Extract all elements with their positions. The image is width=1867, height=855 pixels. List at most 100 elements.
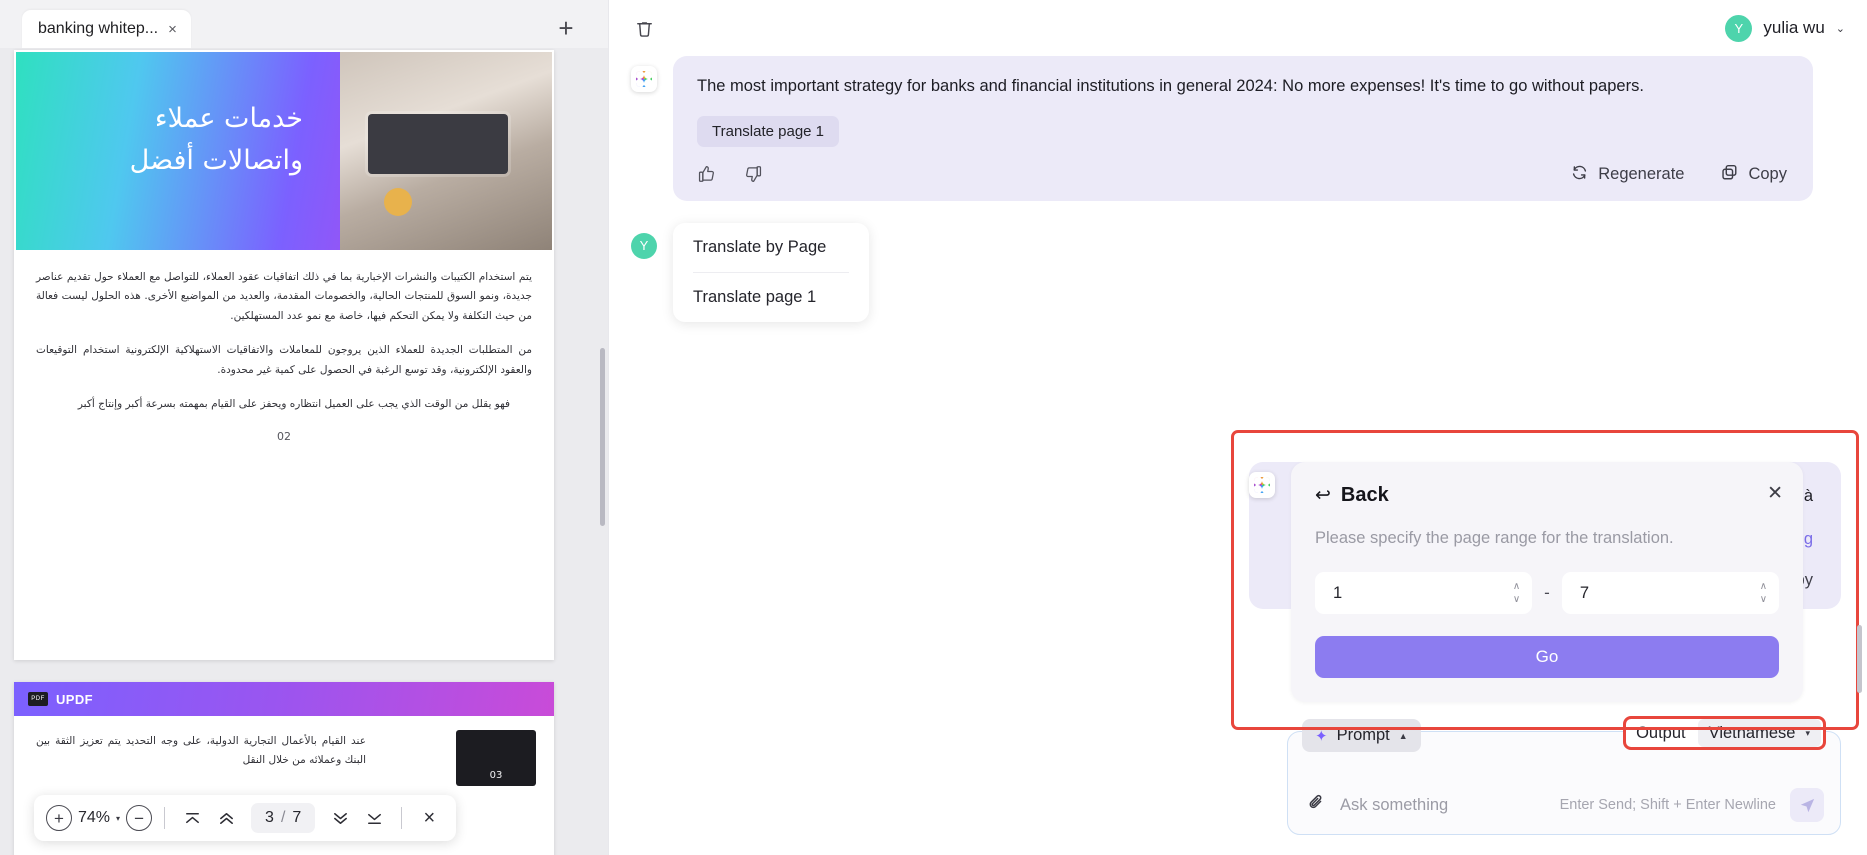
last-page-icon[interactable] bbox=[359, 803, 389, 833]
ai-bubble-1: The most important strategy for banks an… bbox=[673, 56, 1813, 201]
zoom-out-button[interactable]: − bbox=[126, 805, 153, 831]
page-range-row: 1 ∧ ∨ - 7 ∧ ∨ bbox=[1315, 572, 1780, 614]
chevron-down-icon: ▾ bbox=[116, 813, 121, 823]
page-to-stepper[interactable]: 7 ∧ ∨ bbox=[1561, 572, 1780, 614]
user-message-row: Y Translate by Page Translate page 1 bbox=[631, 222, 1845, 322]
back-arrow-icon: ↩ bbox=[1315, 485, 1331, 506]
pdf-page-2: خدمات عملاء واتصالات أفضل يتم استخدام ال… bbox=[14, 50, 554, 660]
page3-text: عند القيام بالأعمال التجارية الدولية، عل… bbox=[36, 735, 366, 767]
zoom-in-button[interactable]: + bbox=[46, 805, 72, 831]
page-range-modal: ↩ Back ✕ Please specify the page range f… bbox=[1291, 462, 1803, 702]
ai-avatar-icon bbox=[631, 66, 657, 92]
new-tab-button[interactable]: + bbox=[552, 13, 580, 43]
output-language-value: Vietnamese bbox=[1708, 723, 1796, 742]
page-hero-banner: خدمات عملاء واتصالات أفضل bbox=[16, 52, 552, 250]
chevron-down-icon: ⌄ bbox=[1835, 22, 1845, 35]
total-pages: 7 bbox=[292, 809, 302, 826]
output-label: Output bbox=[1636, 723, 1686, 742]
chat-header: Y yulia wu ⌄ bbox=[609, 0, 1867, 56]
translate-options-card: Translate by Page Translate page 1 bbox=[673, 222, 869, 322]
pdf-scrollbar[interactable] bbox=[600, 348, 605, 526]
page-indicator[interactable]: 3 / 7 bbox=[251, 803, 316, 833]
composer-area: ✦ Prompt ▲ Output Vietnamese ▾ Ask somet… bbox=[1287, 716, 1841, 835]
modal-header: ↩ Back bbox=[1315, 484, 1779, 507]
app-root: banking whitep... × + خدمات عملاء واتصال… bbox=[0, 0, 1867, 855]
thumbs-up-icon[interactable] bbox=[697, 164, 719, 186]
zoom-level-label: 74% bbox=[78, 809, 111, 826]
modal-description: Please specify the page range for the tr… bbox=[1315, 529, 1674, 547]
current-page: 3 bbox=[265, 809, 274, 826]
brand-name: UPDF bbox=[56, 691, 93, 707]
next-page-icon[interactable] bbox=[325, 803, 355, 833]
hero-heading-line2: واتصالات أفضل bbox=[129, 144, 303, 176]
page-body-text: يتم استخدام الكتيبات والنشرات الإخبارية … bbox=[14, 250, 554, 415]
chevron-down-icon[interactable]: ∨ bbox=[1760, 594, 1767, 605]
close-icon[interactable]: ✕ bbox=[1767, 484, 1783, 503]
output-language-control: Output Vietnamese ▾ bbox=[1623, 716, 1826, 750]
document-scroll-area[interactable]: خدمات عملاء واتصالات أفضل يتم استخدام ال… bbox=[0, 48, 608, 855]
tab-bar: banking whitep... × + bbox=[0, 0, 608, 48]
toolbar-close-button[interactable]: × bbox=[414, 807, 444, 830]
copy-label-1: Copy bbox=[1748, 165, 1787, 184]
user-menu[interactable]: Y yulia wu ⌄ bbox=[1725, 14, 1845, 42]
zoom-level-dropdown[interactable]: 74% ▾ bbox=[76, 809, 122, 827]
page3-thumbnail: 03 bbox=[456, 730, 536, 786]
user-avatar: Y bbox=[631, 232, 657, 259]
toolbar-divider-2 bbox=[401, 807, 403, 829]
chevron-up-icon[interactable]: ∧ bbox=[1513, 581, 1520, 592]
paragraph-3: فهو يقلل من الوقت الذي يجب على العميل ان… bbox=[77, 398, 510, 411]
output-language-dropdown[interactable]: Vietnamese ▾ bbox=[1697, 719, 1821, 747]
paperclip-icon[interactable] bbox=[1306, 792, 1326, 818]
user-name-label: yulia wu bbox=[1763, 18, 1825, 37]
regenerate-button-1[interactable]: Regenerate bbox=[1570, 163, 1684, 187]
page-from-value: 1 bbox=[1333, 583, 1343, 602]
prev-page-icon[interactable] bbox=[211, 803, 241, 833]
page-to-arrows[interactable]: ∧ ∨ bbox=[1760, 581, 1767, 605]
ai-message-1: The most important strategy for banks an… bbox=[631, 56, 1845, 201]
close-icon[interactable]: × bbox=[168, 22, 177, 37]
ai-message-1-actions: Regenerate Copy bbox=[697, 163, 1787, 187]
chevron-down-icon: ▾ bbox=[1805, 727, 1810, 738]
chevron-up-icon: ▲ bbox=[1398, 730, 1408, 741]
composer-hint: Enter Send; Shift + Enter Newline bbox=[1559, 797, 1776, 813]
chevron-down-icon[interactable]: ∨ bbox=[1513, 594, 1520, 605]
avatar: Y bbox=[1725, 14, 1753, 42]
page3-body: 03 عند القيام بالأعمال التجارية الدولية،… bbox=[14, 716, 554, 786]
document-tab[interactable]: banking whitep... × bbox=[22, 10, 191, 48]
toolbar-divider-1 bbox=[164, 807, 166, 829]
menu-item-translate-by-page[interactable]: Translate by Page bbox=[673, 223, 869, 272]
refresh-icon bbox=[1570, 163, 1589, 187]
trash-icon[interactable] bbox=[631, 15, 657, 41]
copy-icon bbox=[1720, 163, 1739, 187]
go-button[interactable]: Go bbox=[1315, 636, 1779, 678]
pdf-viewer-pane: banking whitep... × + خدمات عملاء واتصال… bbox=[0, 0, 608, 855]
document-tab-label: banking whitep... bbox=[38, 20, 159, 37]
hero-heading: خدمات عملاء واتصالات أفضل bbox=[16, 98, 321, 182]
pdf-toolbar: + 74% ▾ − 3 / 7 × bbox=[34, 795, 457, 841]
brand-band: PDF UPDF bbox=[14, 682, 554, 716]
range-separator: - bbox=[1544, 583, 1550, 602]
page-separator: / bbox=[280, 809, 286, 826]
composer-input-row: Ask something Enter Send; Shift + Enter … bbox=[1288, 776, 1840, 834]
ask-input[interactable]: Ask something bbox=[1340, 796, 1546, 815]
hero-heading-line1: خدمات عملاء bbox=[154, 103, 303, 134]
page-from-stepper[interactable]: 1 ∧ ∨ bbox=[1315, 572, 1533, 614]
thumbs-down-icon[interactable] bbox=[743, 164, 765, 186]
menu-item-translate-page-1[interactable]: Translate page 1 bbox=[673, 273, 869, 322]
back-button[interactable]: Back bbox=[1341, 484, 1389, 507]
ai-avatar-icon bbox=[1249, 472, 1275, 498]
first-page-icon[interactable] bbox=[177, 803, 207, 833]
page-to-value: 7 bbox=[1579, 583, 1590, 602]
copy-button-1[interactable]: Copy bbox=[1720, 163, 1787, 187]
translate-page-pill[interactable]: Translate page 1 bbox=[697, 115, 840, 147]
prompt-label: Prompt bbox=[1336, 726, 1390, 744]
chevron-up-icon[interactable]: ∧ bbox=[1760, 581, 1767, 592]
prompt-button[interactable]: ✦ Prompt ▲ bbox=[1302, 719, 1421, 752]
chat-scrollbar[interactable] bbox=[1857, 625, 1862, 693]
page-from-arrows[interactable]: ∧ ∨ bbox=[1513, 581, 1520, 605]
page-footer-number: 02 bbox=[277, 429, 291, 443]
send-button[interactable] bbox=[1790, 788, 1824, 822]
paragraph-2: من المتطلبات الجديدة للعملاء الذين يروجو… bbox=[36, 344, 532, 376]
hero-photo bbox=[340, 52, 552, 250]
page-range-modal-row: ↩ Back ✕ Please specify the page range f… bbox=[1249, 462, 1803, 702]
